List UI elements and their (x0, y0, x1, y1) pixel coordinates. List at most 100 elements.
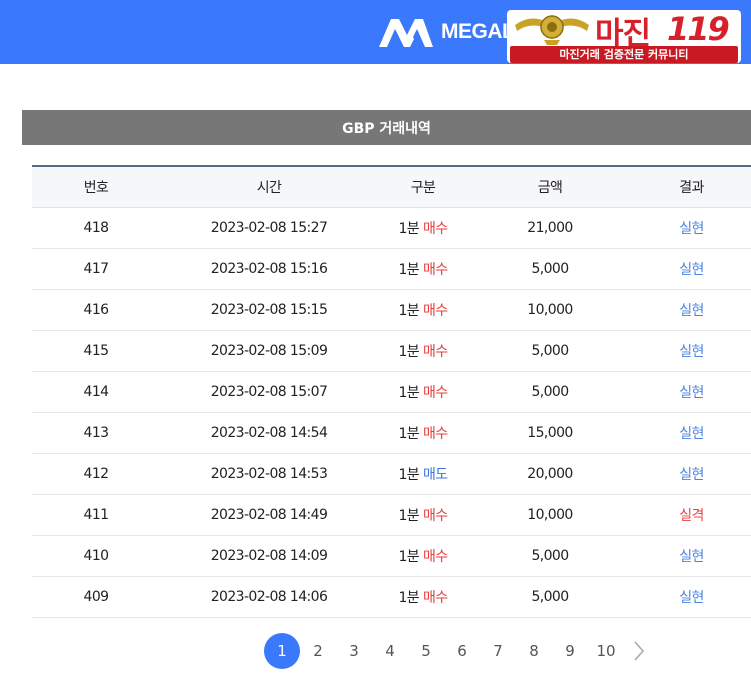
cell-time: 2023-02-08 15:09 (210, 343, 328, 359)
cell-type: 1분 매수 (378, 341, 468, 361)
cell-period: 1분 (398, 303, 420, 319)
table-row: 416 2023-02-08 15:15 1분 매수 10,000 실현 (32, 290, 751, 331)
cell-period: 1분 (398, 467, 420, 483)
police-emblem-icon (515, 15, 589, 45)
cell-time: 2023-02-08 14:06 (210, 589, 328, 605)
cell-time: 2023-02-08 15:16 (210, 261, 328, 277)
cell-amount: 5,000 (531, 548, 569, 564)
cell-result: 실현 (679, 385, 704, 401)
table-row: 409 2023-02-08 14:06 1분 매수 5,000 실현 (32, 577, 751, 618)
cell-amount: 10,000 (527, 302, 573, 318)
table-row: 418 2023-02-08 15:27 1분 매수 21,000 실현 (32, 208, 751, 249)
column-header-result: 결과 (679, 180, 704, 196)
cell-result: 실격 (679, 508, 704, 524)
cell-result: 실현 (679, 426, 704, 442)
column-header-number: 번호 (83, 180, 109, 196)
cell-side: 매수 (422, 221, 448, 237)
page-button-4[interactable]: 4 (372, 633, 408, 669)
next-page-button[interactable] (624, 633, 654, 669)
cell-type: 1분 매수 (378, 259, 468, 279)
cell-type: 1분 매도 (378, 464, 468, 484)
cell-time: 2023-02-08 14:09 (210, 548, 328, 564)
cell-period: 1분 (398, 221, 420, 237)
column-header-type: 구분 (410, 180, 436, 196)
cell-side: 매수 (422, 508, 448, 524)
cell-amount: 10,000 (527, 507, 573, 523)
cell-time: 2023-02-08 14:53 (210, 466, 328, 482)
cell-period: 1분 (398, 426, 420, 442)
watermark-number: 119 (667, 10, 730, 48)
table-row: 411 2023-02-08 14:49 1분 매수 10,000 실격 (32, 495, 751, 536)
page-button-6[interactable]: 6 (444, 633, 480, 669)
cell-number: 417 (83, 261, 110, 277)
cell-amount: 15,000 (527, 425, 573, 441)
page-button-2[interactable]: 2 (300, 633, 336, 669)
cell-result: 실현 (679, 590, 704, 606)
section-title: GBP 거래내역 (22, 110, 751, 145)
watermark-tagline: 마진거래 검증전문 커뮤니티 (510, 46, 738, 63)
column-header-amount: 금액 (537, 180, 563, 196)
cell-period: 1분 (398, 262, 420, 278)
cell-number: 414 (83, 384, 110, 400)
watermark-badge: 마진 119 마진거래 검증전문 커뮤니티 (507, 10, 741, 63)
cell-period: 1분 (398, 590, 420, 606)
cell-number: 411 (83, 507, 110, 523)
cell-type: 1분 매수 (378, 546, 468, 566)
cell-result: 실현 (679, 549, 704, 565)
table-row: 413 2023-02-08 14:54 1분 매수 15,000 실현 (32, 413, 751, 454)
column-header-time: 시간 (256, 180, 282, 196)
cell-time: 2023-02-08 15:27 (210, 220, 328, 236)
cell-period: 1분 (398, 385, 420, 401)
cell-amount: 5,000 (531, 343, 569, 359)
cell-number: 415 (83, 343, 110, 359)
cell-number: 412 (83, 466, 110, 482)
cell-result: 실현 (679, 467, 704, 483)
cell-amount: 5,000 (531, 589, 569, 605)
cell-amount: 20,000 (527, 466, 573, 482)
table-body: 418 2023-02-08 15:27 1분 매수 21,000 실현 417 2023-… (32, 208, 751, 618)
page-button-9[interactable]: 9 (552, 633, 588, 669)
cell-side: 매수 (422, 385, 448, 401)
cell-result: 실현 (679, 262, 704, 278)
cell-type: 1분 매수 (378, 505, 468, 525)
page-button-3[interactable]: 3 (336, 633, 372, 669)
cell-type: 1분 매수 (378, 423, 468, 443)
table-row: 415 2023-02-08 15:09 1분 매수 5,000 실현 (32, 331, 751, 372)
cell-side: 매수 (422, 426, 448, 442)
cell-type: 1분 매수 (378, 382, 468, 402)
chevron-right-icon (634, 641, 645, 661)
page-list: 1 2 3 4 5 6 7 8 9 10 (264, 633, 624, 669)
cell-side: 매수 (422, 262, 448, 278)
table-row: 410 2023-02-08 14:09 1분 매수 5,000 실현 (32, 536, 751, 577)
cell-time: 2023-02-08 14:49 (210, 507, 328, 523)
cell-amount: 5,000 (531, 261, 569, 277)
cell-period: 1분 (398, 508, 420, 524)
cell-time: 2023-02-08 15:15 (210, 302, 328, 318)
cell-time: 2023-02-08 14:54 (210, 425, 328, 441)
cell-time: 2023-02-08 15:07 (210, 384, 328, 400)
cell-period: 1분 (398, 549, 420, 565)
table-row: 414 2023-02-08 15:07 1분 매수 5,000 실현 (32, 372, 751, 413)
page-button-8[interactable]: 8 (516, 633, 552, 669)
cell-side: 매수 (422, 590, 448, 606)
cell-side: 매수 (422, 344, 448, 360)
page-button-1[interactable]: 1 (264, 633, 300, 669)
cell-number: 413 (83, 425, 110, 441)
cell-side: 매수 (422, 549, 448, 565)
cell-side: 매수 (422, 303, 448, 319)
page-button-10[interactable]: 10 (588, 633, 624, 669)
table-row: 412 2023-02-08 14:53 1분 매도 20,000 실현 (32, 454, 751, 495)
page-button-5[interactable]: 5 (408, 633, 444, 669)
cell-result: 실현 (679, 303, 704, 319)
table-row: 417 2023-02-08 15:16 1분 매수 5,000 실현 (32, 249, 751, 290)
pagination: 1 2 3 4 5 6 7 8 9 10 (264, 633, 654, 669)
cell-side: 매도 (422, 467, 448, 483)
cell-amount: 5,000 (531, 384, 569, 400)
cell-number: 410 (83, 548, 110, 564)
top-navigation-bar: MEGALIV 마진 119 마진거래 검증전문 커뮤니티 (0, 0, 751, 64)
page-button-7[interactable]: 7 (480, 633, 516, 669)
trade-history-table: 번호 시간 구분 금액 결과 418 2023-02-08 15:27 1분 매수 2… (32, 165, 751, 618)
cell-amount: 21,000 (527, 220, 573, 236)
megalive-m-logo-icon (379, 19, 433, 47)
cell-number: 409 (83, 589, 110, 605)
